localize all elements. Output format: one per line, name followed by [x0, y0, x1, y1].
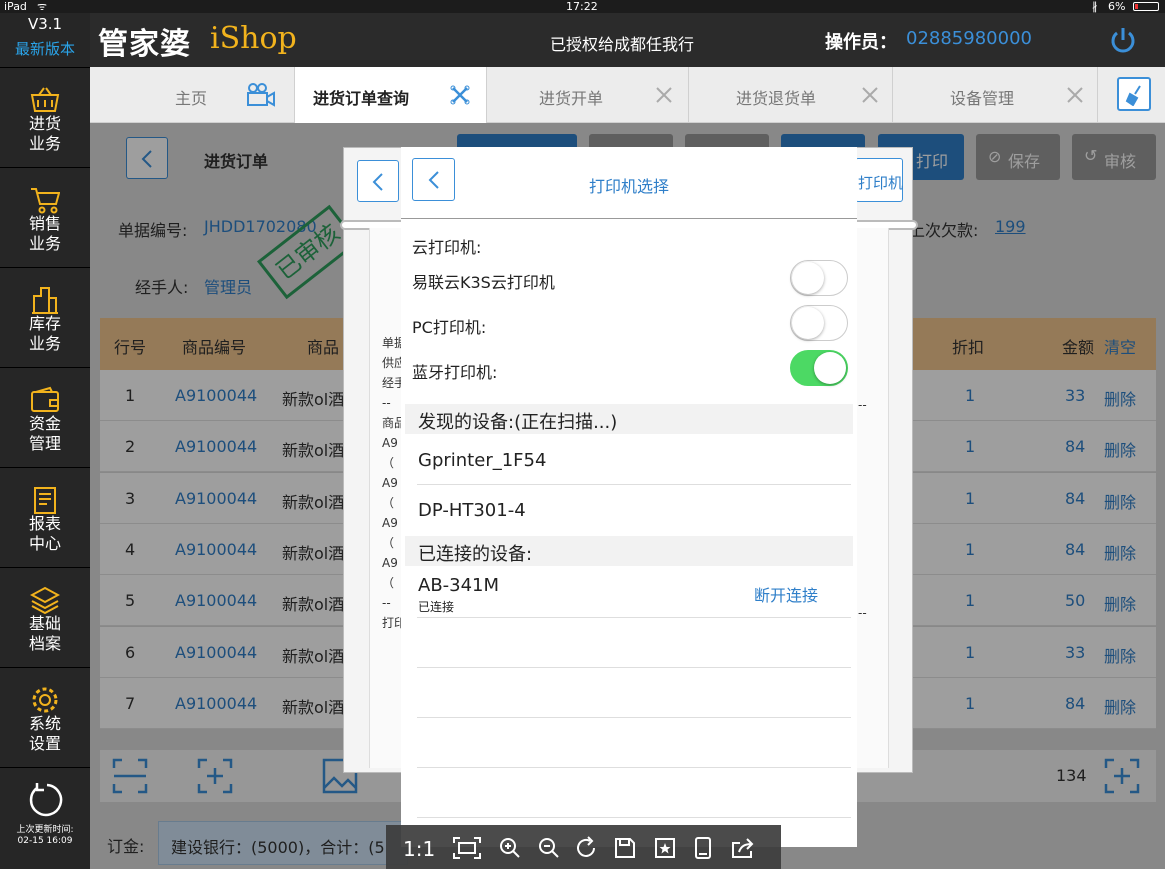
- layers-icon: [30, 586, 60, 614]
- preview-back-button[interactable]: [357, 160, 399, 202]
- sidebar: V3.1 最新版本 进货 业务 销售 业务 库存 业务 资金 管理 报表 中心 基础 档案 …: [0, 13, 90, 869]
- zoom-in-icon[interactable]: [499, 837, 521, 859]
- sidebar-item-label: 系统 设置: [28, 714, 61, 753]
- latest-version-link[interactable]: 最新版本: [0, 38, 90, 59]
- basket-icon: [30, 87, 60, 112]
- close-icon[interactable]: [653, 84, 675, 106]
- toggle-knob: [792, 307, 824, 339]
- divider: [401, 218, 857, 219]
- tab-purchase-return[interactable]: 进货退货单: [689, 67, 893, 123]
- tab-device-management[interactable]: 设备管理: [893, 67, 1098, 123]
- operator-label: 操作员：: [825, 32, 897, 53]
- video-camera-icon: [247, 83, 275, 107]
- save-icon[interactable]: [614, 837, 636, 859]
- close-icon[interactable]: [859, 84, 881, 106]
- device-item[interactable]: DP-HT301-4: [417, 485, 851, 535]
- discovered-devices-header: 发现的设备:(正在扫描...): [405, 404, 853, 434]
- pc-printer-label: PC打印机:: [412, 318, 487, 337]
- bookmark-star-icon[interactable]: [654, 837, 676, 859]
- report-icon: [34, 487, 56, 514]
- tab-purchase-entry[interactable]: 进货开单: [487, 67, 689, 123]
- sidebar-item-label: 进货 业务: [28, 114, 61, 153]
- bluetooth-printer-toggle[interactable]: [790, 350, 848, 386]
- close-icon[interactable]: [1064, 84, 1086, 106]
- clear-tabs-button[interactable]: [1117, 77, 1151, 111]
- status-bar: iPad ᯤ 17:22 ∦ 6%: [0, 0, 1165, 13]
- sidebar-item-purchase[interactable]: 进货 业务: [0, 67, 90, 167]
- device-item[interactable]: Gprinter_1F54: [417, 435, 851, 485]
- refresh-icon: [29, 783, 63, 817]
- device-label: iPad: [4, 0, 27, 13]
- fit-screen-icon[interactable]: [453, 837, 481, 859]
- printer-select-dialog: 打印机选择 云打印机: 易联云K3S云打印机 PC打印机: 蓝牙打印机: 发现的…: [401, 147, 857, 847]
- cloud-printer-toggle[interactable]: [790, 260, 848, 296]
- toggle-knob: [814, 352, 846, 384]
- last-update-label: 上次更新时间: 02-15 16:09: [16, 825, 74, 846]
- logo-cn: 管家婆: [98, 27, 191, 62]
- sidebar-item-funds[interactable]: 资金 管理: [0, 367, 90, 467]
- sidebar-item-label: 资金 管理: [28, 414, 61, 453]
- viewer-toolbar: 1:1: [386, 825, 781, 869]
- rotate-icon[interactable]: [576, 836, 598, 860]
- gear-icon: [32, 687, 58, 713]
- broom-icon: [1125, 85, 1141, 106]
- pc-printer-toggle[interactable]: [790, 305, 848, 341]
- sidebar-item-reports[interactable]: 报表 中心: [0, 467, 90, 567]
- connected-status: 已连接: [418, 600, 455, 614]
- sidebar-item-settings[interactable]: 系统 设置: [0, 667, 90, 767]
- connected-device-item: AB-341M 已连接 断开连接: [417, 567, 851, 617]
- close-icon[interactable]: [449, 84, 471, 106]
- dialog-title: 打印机选择: [588, 177, 669, 196]
- chevron-left-icon: [372, 173, 383, 191]
- sidebar-item-label: 基础 档案: [28, 614, 61, 653]
- preview-print-button[interactable]: 打印机: [855, 158, 903, 202]
- disconnect-button[interactable]: 断开连接: [754, 582, 818, 606]
- wifi-icon: ᯤ: [37, 0, 48, 13]
- sidebar-item-label: 报表 中心: [28, 514, 61, 553]
- cloud-printer-label: 云打印机:: [412, 238, 482, 257]
- sidebar-item-inventory[interactable]: 库存 业务: [0, 267, 90, 367]
- logo-en: iShop: [210, 21, 297, 56]
- battery-percent: 6%: [1108, 0, 1126, 13]
- tab-purchase-order-query[interactable]: 进货订单查询: [295, 67, 487, 123]
- operator-value: 02885980000: [906, 28, 1032, 49]
- connected-device-name: AB-341M: [418, 575, 500, 596]
- building-icon: [32, 287, 58, 314]
- sidebar-item-label: 库存 业务: [28, 314, 61, 353]
- connected-devices-header: 已连接的设备:: [405, 536, 853, 566]
- tab-bar: 主页 进货订单查询 进货开单 进货退货单 设备管理: [90, 67, 1165, 123]
- power-icon[interactable]: [1108, 25, 1138, 55]
- cart-icon: [31, 188, 60, 214]
- clock: 17:22: [566, 0, 598, 13]
- zoom-reset-button[interactable]: 1:1: [403, 837, 435, 861]
- cloud-printer-name: 易联云K3S云打印机: [412, 273, 555, 292]
- bluetooth-printer-label: 蓝牙打印机:: [412, 363, 498, 382]
- version-label: V3.1: [27, 15, 63, 33]
- auth-text: 已授权给成都任我行: [550, 35, 695, 54]
- sidebar-item-basics[interactable]: 基础 档案: [0, 567, 90, 667]
- tab-home[interactable]: 主页: [90, 67, 295, 123]
- wallet-icon: [31, 386, 59, 412]
- share-icon[interactable]: [731, 837, 755, 859]
- sidebar-item-sales[interactable]: 销售 业务: [0, 167, 90, 267]
- sidebar-item-label: 销售 业务: [28, 214, 61, 253]
- device-icon[interactable]: [694, 836, 712, 860]
- zoom-out-icon[interactable]: [538, 837, 560, 859]
- toggle-knob: [792, 262, 824, 294]
- app-header: 管家婆 iShop 已授权给成都任我行 操作员： 02885980000: [90, 13, 1165, 67]
- bluetooth-icon: ∦: [1092, 0, 1098, 13]
- refresh-button[interactable]: [0, 767, 90, 869]
- battery-icon: [1133, 2, 1159, 11]
